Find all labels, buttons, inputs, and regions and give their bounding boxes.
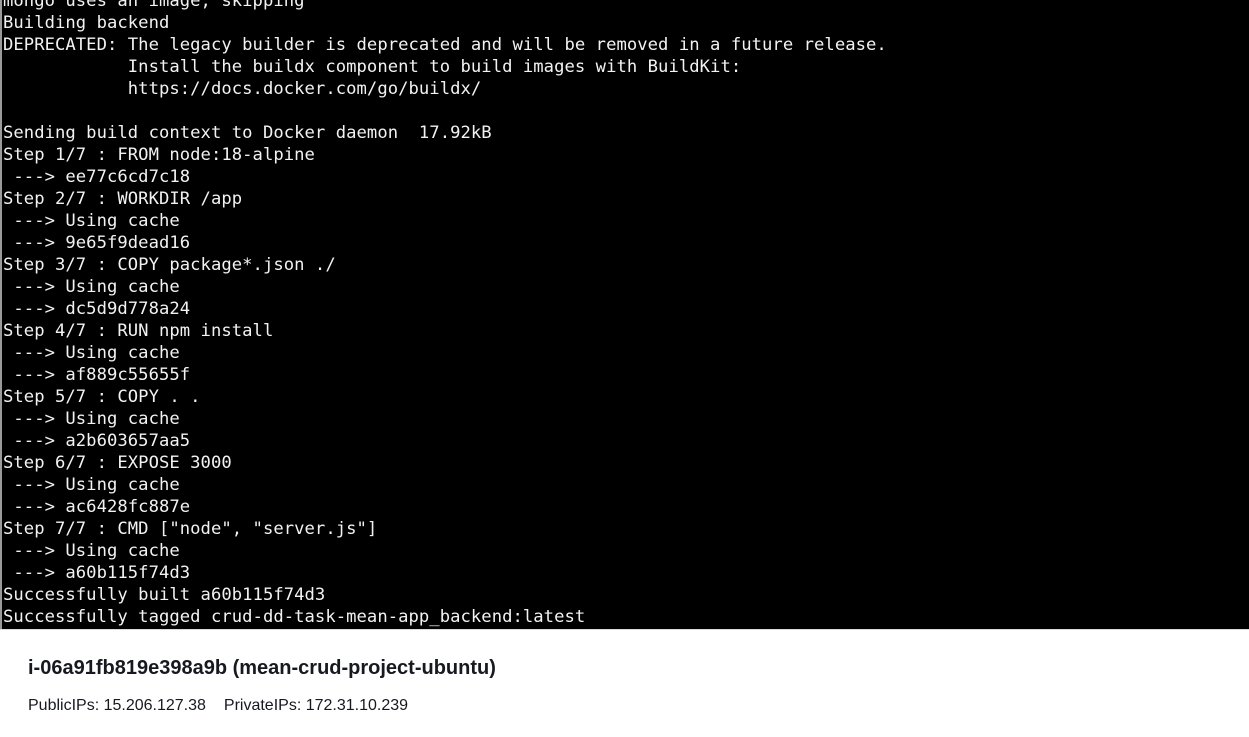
terminal-line: ---> Using cache [3,343,180,363]
terminal-line: Successfully built a60b115f74d3 [3,585,326,605]
instance-title: i-06a91fb819e398a9b (mean-crud-project-u… [28,657,496,679]
terminal-line: ---> Using cache [3,475,180,495]
public-ips: PublicIPs: 15.206.127.38 [28,697,206,714]
terminal-line: Step 5/7 : COPY . . [3,387,201,407]
instance-ip-row: PublicIPs: 15.206.127.38 PrivateIPs: 172.… [28,697,408,715]
terminal-line: ---> 9e65f9dead16 [3,233,191,253]
terminal-line: ---> Using cache [3,409,180,429]
terminal-line: ---> Using cache [3,211,180,231]
terminal-line: Step 6/7 : EXPOSE 3000 [3,453,232,473]
terminal-line: DEPRECATED: The legacy builder is deprec… [3,35,887,55]
terminal-line: Step 2/7 : WORKDIR /app [3,189,243,209]
terminal-line: mongo uses an image, skipping [3,0,305,11]
terminal-line: ---> dc5d9d778a24 [3,299,191,319]
terminal-line: ---> ee77c6cd7c18 [3,167,191,187]
terminal-line: Step 1/7 : FROM node:18-alpine [3,145,315,165]
private-ips: PrivateIPs: 172.31.10.239 [223,697,409,714]
terminal-line: ---> ac6428fc887e [3,497,191,517]
terminal-line: Step 7/7 : CMD ["node", "server.js"] [3,519,378,539]
terminal-line: Step 4/7 : RUN npm install [3,321,274,341]
instance-info-panel: i-06a91fb819e398a9b (mean-crud-project-u… [0,629,1249,737]
terminal-line: Step 3/7 : COPY package*.json ./ [3,255,336,275]
terminal-line: ---> Using cache [3,541,180,561]
terminal-line: Sending build context to Docker daemon 1… [3,123,492,143]
terminal-line: Successfully tagged crud-dd-task-mean-ap… [3,607,586,627]
terminal-line: ---> a60b115f74d3 [3,563,191,583]
terminal-line: https://docs.docker.com/go/buildx/ [3,79,482,99]
terminal-line: Building backend [3,13,170,33]
terminal-line: ---> a2b603657aa5 [3,431,191,451]
terminal-window[interactable]: mongo uses an image, skipping Building ba… [0,0,1249,629]
terminal-line: Install the buildx component to build im… [3,57,742,77]
terminal-line: ---> Using cache [3,277,180,297]
terminal-line: ---> af889c55655f [3,365,191,385]
terminal-output: mongo uses an image, skipping Building ba… [3,0,887,628]
